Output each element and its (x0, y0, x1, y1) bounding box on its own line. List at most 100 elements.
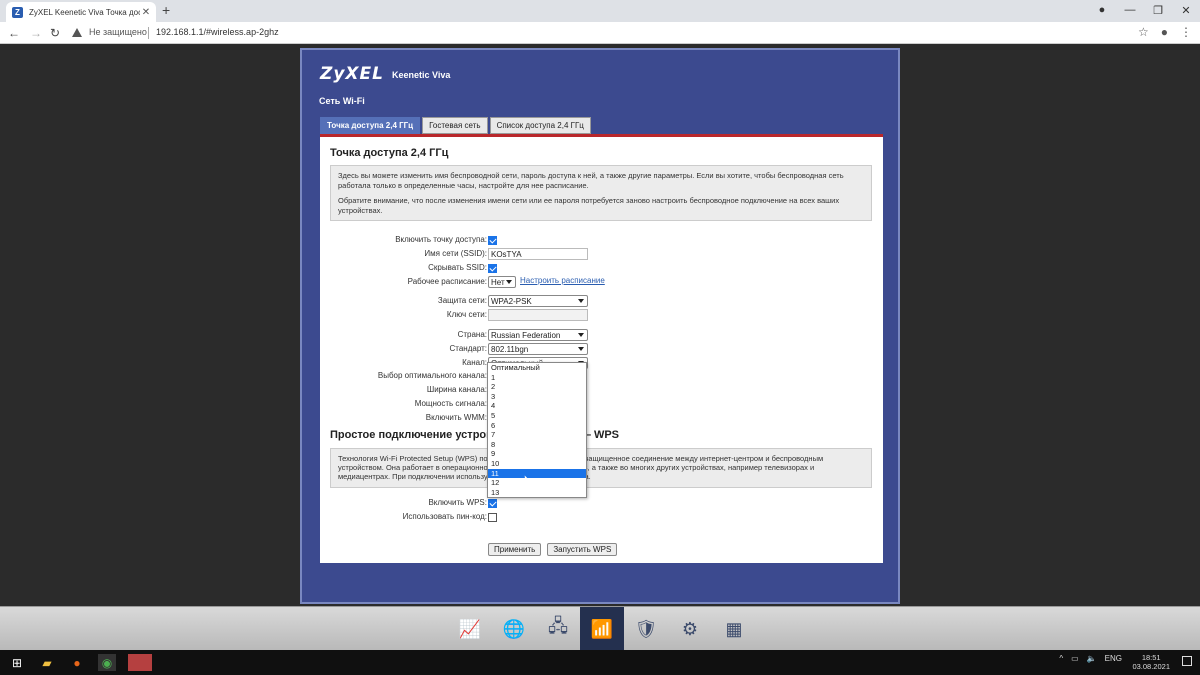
hide-ssid-label: Скрывать SSID: (428, 263, 487, 272)
standard-value: 802.11bgn (491, 345, 529, 354)
browser-tabbar: Z ZyXEL Keenetic Viva Точка досту ✕ + ● … (0, 0, 1200, 22)
channel-option[interactable]: 11 (488, 468, 586, 479)
apps-grid-icon[interactable]: ▦ (712, 607, 756, 651)
home-network-icon[interactable]: 🖧 (536, 607, 580, 651)
tab-access-list-2ghz[interactable]: Список доступа 2,4 ГГц (489, 117, 591, 134)
row-opt-channel: Выбор оптимального канала: (320, 370, 883, 383)
maximize-button[interactable]: ❐ (1144, 4, 1172, 17)
windows-taskbar: ⊞ ▰ ● ◉ ^ ▭ 🔈 ENG 18:51 03.08.2021 (0, 650, 1200, 675)
row-ssid: Имя сети (SSID): KOsTYA (320, 248, 883, 261)
channel-option[interactable]: 10 (488, 459, 586, 469)
row-wmm: Включить WMM: (320, 412, 883, 425)
address-bar: ← → ↻ Не защищено 192.168.1.1/#wireless.… (0, 22, 1200, 44)
notification-icon[interactable] (1182, 656, 1192, 666)
channel-option[interactable]: 5 (488, 411, 586, 421)
model-name: Keenetic Viva (392, 70, 451, 80)
forward-icon[interactable]: → (30, 26, 42, 40)
schedule-value: Нет (491, 278, 505, 287)
close-tab-icon[interactable]: ✕ (140, 7, 152, 18)
row-channel: Канал: Оптимальный (320, 357, 883, 370)
firefox-icon[interactable]: ● (68, 654, 86, 671)
taskbar-app-icon[interactable] (128, 654, 152, 671)
row-standard: Стандарт: 802.11bgn (320, 343, 883, 356)
security-indicator[interactable]: Не защищено (72, 27, 147, 37)
row-enable-ap: Включить точку доступа: (320, 234, 883, 247)
channel-option[interactable]: 8 (488, 440, 586, 450)
security-shield-icon[interactable]: 🛡 (624, 607, 668, 651)
tab-guest-network[interactable]: Гостевая сеть (422, 117, 488, 134)
country-select[interactable]: Russian Federation (488, 329, 588, 341)
page-viewport: ZyXEL Keenetic Viva Сеть Wi-Fi Точка дос… (0, 44, 1200, 606)
schedule-link[interactable]: Настроить расписание (520, 276, 605, 288)
chrome-icon[interactable]: ◉ (98, 654, 116, 671)
channel-option[interactable]: 13 (488, 488, 586, 498)
tab-access-point-2ghz[interactable]: Точка доступа 2,4 ГГц (320, 117, 421, 134)
wps-pin-label: Использовать пин-код: (402, 512, 487, 521)
wps-enable-checkbox[interactable] (488, 499, 497, 508)
row-power: Мощность сигнала: (320, 398, 883, 411)
tray-chevron-icon[interactable]: ^ (1059, 654, 1063, 663)
ssid-input[interactable]: KOsTYA (488, 248, 588, 260)
standard-select[interactable]: 802.11bgn (488, 343, 588, 355)
bookmark-star-icon[interactable]: ☆ (1138, 25, 1149, 39)
network-key-input[interactable] (488, 309, 588, 321)
chevron-down-icon (578, 347, 584, 351)
enable-ap-checkbox[interactable] (488, 236, 497, 245)
security-select[interactable]: WPA2-PSK (488, 295, 588, 307)
clock[interactable]: 18:51 03.08.2021 (1132, 653, 1170, 671)
channel-option[interactable]: 1 (488, 373, 586, 383)
volume-icon[interactable]: 🔈 (1087, 654, 1097, 663)
channel-option[interactable]: 7 (488, 430, 586, 440)
system-gear-icon[interactable]: ⚙ (668, 607, 712, 651)
enable-ap-label: Включить точку доступа: (395, 235, 487, 244)
address-bar-actions: ☆ ● ⋮ (1138, 25, 1192, 39)
close-window-button[interactable]: ✕ (1172, 4, 1200, 17)
window-controls: ● — ❐ ✕ (1088, 0, 1200, 20)
wifi-signal-icon[interactable]: 📶 (580, 607, 624, 651)
url-input[interactable]: 192.168.1.1/#wireless.ap-2ghz (156, 27, 279, 37)
row-security: Защита сети: WPA2-PSK (320, 295, 883, 308)
divider (148, 27, 149, 39)
row-hide-ssid: Скрывать SSID: (320, 262, 883, 275)
width-label: Ширина канала: (426, 385, 487, 394)
zyxel-favicon-icon: Z (12, 6, 23, 18)
channel-dropdown-list: Оптимальный 1 2 3 4 5 6 7 8 9 10 11 12 13 (487, 362, 587, 499)
router-tabs: Точка доступа 2,4 ГГц Гостевая сеть Спис… (320, 117, 591, 134)
file-explorer-icon[interactable]: ▰ (38, 654, 56, 671)
profile-download-icon[interactable]: ● (1088, 4, 1116, 16)
channel-option[interactable]: 2 (488, 382, 586, 392)
channel-option[interactable]: Оптимальный (488, 363, 586, 373)
monitor-chart-icon[interactable]: 📈 (448, 607, 492, 651)
schedule-select[interactable]: Нет (488, 276, 516, 288)
network-icon[interactable]: ▭ (1071, 654, 1079, 663)
dock-icons: 📈 🌐 🖧 📶 🛡 ⚙ ▦ (448, 607, 756, 651)
chevron-down-icon (578, 299, 584, 303)
wps-pin-checkbox[interactable] (488, 513, 497, 522)
windows-start-icon[interactable]: ⊞ (8, 654, 26, 671)
channel-option[interactable]: 6 (488, 421, 586, 431)
start-wps-button[interactable]: Запустить WPS (547, 543, 618, 556)
security-label: Не защищено (89, 27, 147, 37)
row-wps-pin: Использовать пин-код: (320, 511, 883, 524)
channel-option[interactable]: 9 (488, 449, 586, 459)
profile-icon[interactable]: ● (1161, 25, 1168, 39)
channel-option[interactable]: 4 (488, 401, 586, 411)
chevron-down-icon (578, 333, 584, 337)
hide-ssid-checkbox[interactable] (488, 264, 497, 273)
apply-button[interactable]: Применить (488, 543, 542, 556)
menu-icon[interactable]: ⋮ (1180, 25, 1192, 39)
schedule-label: Рабочее расписание: (407, 277, 487, 286)
channel-option[interactable]: 12 (488, 478, 586, 488)
internet-globe-icon[interactable]: 🌐 (492, 607, 536, 651)
browser-tab[interactable]: Z ZyXEL Keenetic Viva Точка досту ✕ (6, 2, 156, 22)
tab-title: ZyXEL Keenetic Viva Точка досту (29, 7, 140, 17)
new-tab-button[interactable]: + (162, 2, 170, 18)
info-text-2: Обратите внимание, что после изменения и… (338, 196, 840, 215)
language-indicator[interactable]: ENG (1105, 654, 1122, 663)
reload-icon[interactable]: ↻ (50, 26, 60, 40)
channel-option[interactable]: 3 (488, 392, 586, 402)
row-country: Страна: Russian Federation (320, 329, 883, 342)
country-label: Страна: (457, 330, 487, 339)
minimize-button[interactable]: — (1116, 4, 1144, 16)
back-icon[interactable]: ← (8, 26, 20, 40)
